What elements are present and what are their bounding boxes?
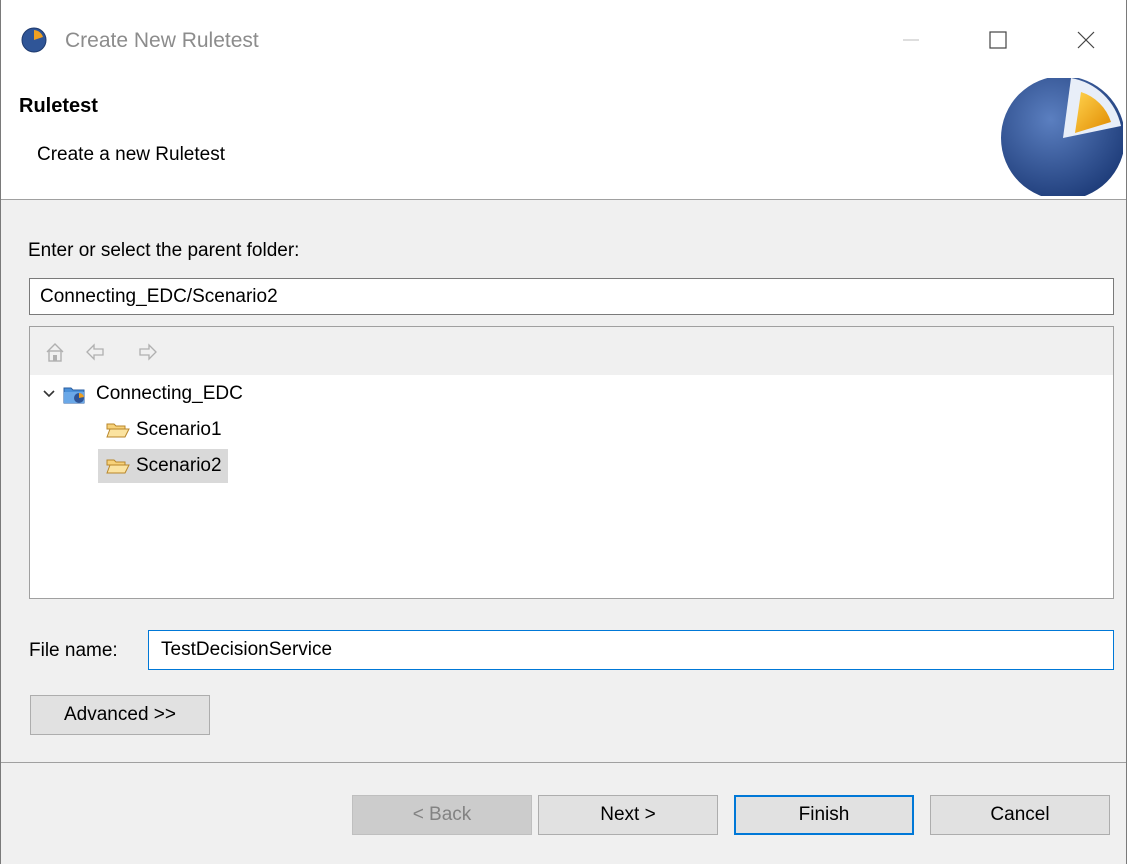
maximize-button[interactable]	[968, 14, 1028, 66]
back-button[interactable]: < Back	[352, 795, 532, 835]
maximize-icon	[989, 31, 1007, 49]
minimize-icon	[903, 39, 919, 41]
tree-item-label: Connecting_EDC	[96, 383, 243, 404]
project-icon	[63, 387, 85, 404]
tree-item-connecting-edc[interactable]: Connecting_EDC	[42, 377, 243, 411]
close-button[interactable]	[1056, 14, 1116, 66]
tree-item-scenario1[interactable]: Scenario1	[102, 413, 226, 447]
file-name-input[interactable]	[148, 630, 1114, 670]
page-description: Create a new Ruletest	[37, 144, 225, 165]
parent-folder-label: Enter or select the parent folder:	[28, 240, 300, 261]
home-icon[interactable]	[44, 341, 66, 363]
folder-tree[interactable]: Connecting_EDC Scenario1 Scenario2	[29, 326, 1114, 599]
tree-item-scenario2[interactable]: Scenario2	[98, 449, 228, 483]
folder-icon	[106, 423, 130, 438]
parent-folder-input[interactable]	[29, 278, 1114, 315]
wizard-header: Ruletest Create a new Ruletest	[1, 78, 1126, 200]
back-arrow-icon[interactable]	[84, 341, 106, 363]
cancel-button[interactable]: Cancel	[930, 795, 1110, 835]
title-bar[interactable]: Create New Ruletest	[1, 0, 1126, 78]
folder-icon	[106, 459, 130, 474]
footer-divider	[1, 762, 1126, 763]
advanced-button[interactable]: Advanced >>	[30, 695, 210, 735]
next-button[interactable]: Next >	[538, 795, 718, 835]
minimize-button[interactable]	[881, 14, 941, 66]
chevron-down-icon[interactable]	[42, 387, 56, 401]
tree-toolbar	[30, 327, 1113, 375]
wizard-logo-icon	[1001, 78, 1123, 196]
page-title: Ruletest	[19, 95, 98, 117]
create-ruletest-dialog: Create New Ruletest Ruletest Create a ne…	[0, 0, 1127, 864]
close-icon	[1077, 31, 1095, 49]
forward-arrow-icon[interactable]	[137, 341, 159, 363]
file-name-label: File name:	[29, 640, 118, 661]
finish-button[interactable]: Finish	[734, 795, 914, 835]
app-logo-icon	[21, 27, 47, 53]
window-title: Create New Ruletest	[65, 29, 259, 52]
tree-item-label: Scenario1	[136, 419, 222, 440]
tree-item-label: Scenario2	[136, 455, 222, 476]
